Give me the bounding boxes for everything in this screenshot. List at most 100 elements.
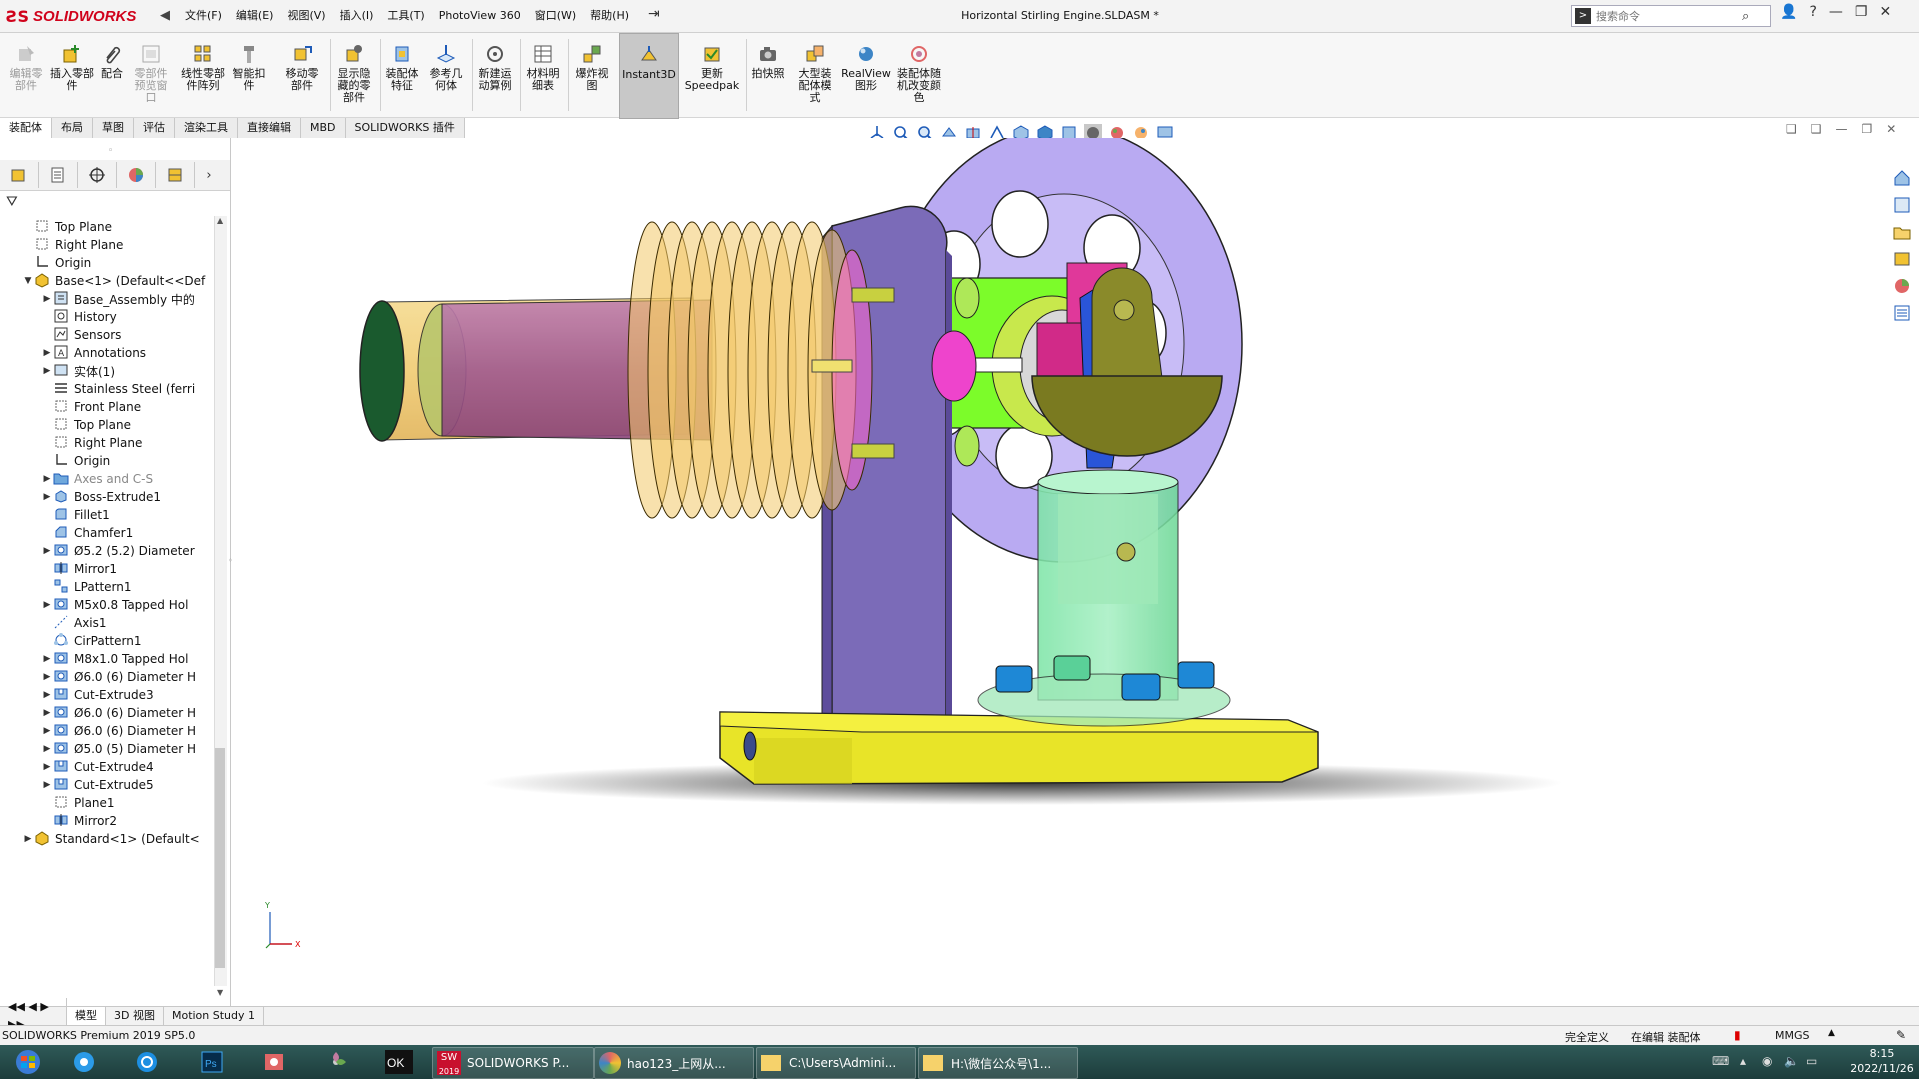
photoshop-icon[interactable]: Ps [200, 1050, 224, 1074]
menu-view[interactable]: 视图(V) [280, 0, 332, 32]
menu-photoview[interactable]: PhotoView 360 [432, 0, 528, 32]
expand-arrow-icon[interactable]: ▶ [41, 492, 53, 502]
take-snapshot-button[interactable]: 拍快照 [748, 33, 788, 117]
expand-arrow-icon[interactable]: ▶ [41, 726, 53, 736]
taskbar-clock[interactable]: 8:15 2022/11/26 [1850, 1046, 1914, 1076]
tab-assembly[interactable]: 装配体 [0, 118, 52, 138]
instant3d-button[interactable]: Instant3D [619, 33, 679, 119]
new-motion-study-button[interactable]: 新建运动算例 [474, 33, 516, 117]
tray-arrow-icon[interactable]: ▴ [1740, 1054, 1746, 1068]
custom-properties-icon[interactable] [1892, 303, 1912, 323]
ie-browser-icon[interactable] [135, 1050, 159, 1074]
random-colors-button[interactable]: 装配体随机改变颜色 [894, 33, 944, 117]
taskbar-browser[interactable]: hao123_上网从... [594, 1047, 754, 1079]
search-icon[interactable]: ⌕ [1742, 9, 1749, 24]
configuration-manager-tab[interactable] [78, 162, 117, 188]
feature-manager-tab[interactable] [0, 162, 39, 188]
expand-arrow-icon[interactable]: ▶ [41, 690, 53, 700]
menu-help[interactable]: 帮助(H) [583, 0, 636, 32]
keyboard-tray-icon[interactable]: ⌨ [1712, 1054, 1729, 1068]
taskbar-folder-users[interactable]: C:\Users\Admini... [756, 1047, 916, 1079]
tab-render-tools[interactable]: 渲染工具 [175, 118, 238, 138]
show-hidden-components-button[interactable]: 显示隐藏的零部件 [334, 33, 374, 117]
quick-tip-icon[interactable]: ✎ [1896, 1028, 1906, 1042]
expand-arrow-icon[interactable]: ▶ [41, 780, 53, 790]
expand-arrow-icon[interactable]: ▶ [41, 348, 53, 358]
tab-model[interactable]: 模型 [67, 1007, 106, 1025]
tab-evaluate[interactable]: 评估 [134, 118, 175, 138]
view-palette-icon[interactable] [1892, 249, 1912, 269]
tab-layout[interactable]: 布局 [52, 118, 93, 138]
tree-scroll-thumb[interactable] [215, 748, 225, 968]
edit-component-button[interactable]: 编辑零部件 [6, 33, 46, 117]
realview-graphics-button[interactable]: RealView图形 [840, 33, 892, 117]
appearances-icon[interactable] [1892, 276, 1912, 296]
scroll-up-icon[interactable]: ▲ [217, 216, 223, 225]
design-library-icon[interactable] [1892, 195, 1912, 215]
assembly-features-button[interactable]: 装配体特征 [382, 33, 422, 117]
move-component-button[interactable]: 移动零部件 [282, 33, 322, 117]
tab-mbd[interactable]: MBD [301, 118, 346, 138]
filter-icon[interactable]: ⛛ [6, 194, 18, 210]
property-manager-tab[interactable] [39, 162, 78, 188]
close-icon[interactable]: ✕ [1879, 4, 1891, 20]
expand-arrow-icon[interactable]: ▶ [41, 708, 53, 718]
rebuild-indicator-icon[interactable]: ▮ [1734, 1028, 1741, 1042]
restore-icon[interactable]: ❐ [1855, 4, 1868, 20]
solidworks-logo[interactable]: ƧS SOLIDWORKS [6, 3, 156, 29]
component-preview-button[interactable]: 零部件预览窗口 [131, 33, 171, 117]
tab-3d-view[interactable]: 3D 视图 [106, 1007, 164, 1025]
insert-component-button[interactable]: 插入零部件 [50, 33, 94, 117]
expand-arrow-icon[interactable]: ▶ [41, 744, 53, 754]
expand-arrow-icon[interactable]: ▶ [41, 654, 53, 664]
graphics-area[interactable] [232, 138, 1892, 1004]
expand-arrow-icon[interactable]: ▶ [22, 834, 34, 844]
command-search[interactable]: > ⌕ [1571, 5, 1771, 27]
viewport-tile-icon[interactable]: ❑ [1786, 122, 1797, 136]
menu-window[interactable]: 窗口(W) [528, 0, 583, 32]
tab-sketch[interactable]: 草图 [93, 118, 134, 138]
minimize-icon[interactable]: — [1829, 4, 1843, 20]
status-units[interactable]: MMGS [1775, 1029, 1810, 1042]
display-manager-tab[interactable] [117, 162, 156, 188]
expand-arrow-icon[interactable]: ▶ [41, 672, 53, 682]
menu-insert[interactable]: 插入(I) [333, 0, 381, 32]
viewport-tile-icon[interactable]: ❑ [1811, 122, 1822, 136]
user-icon[interactable]: 👤 [1780, 4, 1797, 20]
windows-start-icon[interactable] [10, 1049, 46, 1075]
network-tray-icon[interactable]: ◉ [1762, 1054, 1772, 1068]
expand-arrow-icon[interactable]: ▶ [41, 546, 53, 556]
reference-geometry-button[interactable]: 参考几何体 [426, 33, 466, 117]
expand-arrow-icon[interactable]: ▶ [41, 474, 53, 484]
expand-arrow-icon[interactable]: ▶ [41, 294, 53, 304]
taskbar-folder-wechat[interactable]: H:\微信公众号\1... [918, 1047, 1078, 1079]
expand-arrow-icon[interactable]: ▶ [41, 600, 53, 610]
expand-arrow-icon[interactable]: ▶ [41, 762, 53, 772]
units-up-arrow-icon[interactable]: ▲ [1828, 1028, 1835, 1038]
manager-tabs-more[interactable]: › [195, 162, 223, 188]
bill-of-materials-button[interactable]: 材料明细表 [522, 33, 564, 117]
taskbar-solidworks[interactable]: SW 2019 SOLIDWORKS P... [432, 1047, 594, 1079]
volume-tray-icon[interactable]: 🔈 [1784, 1054, 1799, 1068]
menu-edit[interactable]: 编辑(E) [229, 0, 281, 32]
ok-app-icon[interactable]: OK [384, 1049, 414, 1075]
fan-tool-icon[interactable] [324, 1050, 348, 1074]
mate-button[interactable]: 配合 [96, 33, 128, 117]
menu-tools[interactable]: 工具(T) [380, 0, 431, 32]
panel-grip-icon[interactable]: ◦ [108, 146, 113, 156]
update-speedpak-button[interactable]: 更新Speedpak [684, 33, 740, 117]
logo-flyout-arrow-icon[interactable]: ◀ [160, 8, 172, 24]
browser-flower-icon[interactable] [72, 1050, 96, 1074]
menu-file[interactable]: 文件(F) [178, 0, 229, 32]
file-explorer-icon[interactable] [1892, 222, 1912, 242]
expand-arrow-icon[interactable]: ▶ [41, 366, 53, 376]
home-icon[interactable] [1892, 168, 1912, 188]
image-viewer-icon[interactable] [262, 1050, 286, 1074]
exploded-view-button[interactable]: 爆炸视图 [572, 33, 612, 117]
linear-pattern-button[interactable]: 线性零部件阵列 [178, 33, 228, 117]
viewport-restore-icon[interactable]: ❐ [1862, 122, 1873, 136]
tab-direct-editing[interactable]: 直接编辑 [238, 118, 301, 138]
cam-manager-tab[interactable] [156, 162, 195, 188]
viewport-close-icon[interactable]: ✕ [1886, 122, 1896, 136]
tab-motion-study[interactable]: Motion Study 1 [164, 1007, 265, 1025]
